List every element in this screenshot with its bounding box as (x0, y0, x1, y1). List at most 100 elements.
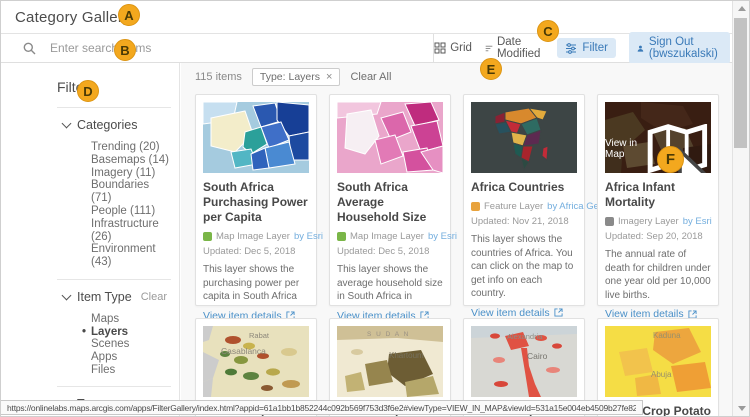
africa-crop-potato-map: Kaduna Abuja (605, 326, 711, 397)
app-header: Category Gallery (1, 1, 732, 34)
card-updated: Updated: Dec 5, 2018 (337, 246, 430, 257)
sign-out-button[interactable]: Sign Out (bwszukalski) (628, 32, 730, 64)
chevron-down-icon (61, 118, 72, 129)
divider (57, 386, 171, 388)
filter-toggle-label: Filter (582, 42, 608, 54)
south-africa-purchasing-power-map (203, 102, 309, 173)
divider (57, 278, 171, 280)
item-card: Africa Countries Feature Layer by Africa… (463, 94, 629, 334)
item-type-clear-link[interactable]: Clear (141, 291, 167, 303)
annotation-marker-c: C (537, 20, 559, 42)
sort-label: Date Modified (496, 36, 541, 60)
categories-list: Trending (20) Basemaps (14) Imagery (11)… (91, 141, 171, 269)
item-card: View in Map Africa Infant Mortality Imag… (597, 94, 719, 335)
scroll-up-icon[interactable] (738, 6, 746, 11)
category-item-infrastructure[interactable]: Infrastructure (26) (91, 218, 171, 244)
filter-chip-label: Type: Layers (259, 71, 320, 83)
map-label: Kaduna (653, 331, 681, 340)
divider (57, 107, 171, 108)
item-type-scenes[interactable]: Scenes (91, 338, 171, 351)
scroll-down-icon[interactable] (738, 406, 746, 411)
item-type-maps[interactable]: Maps (91, 313, 171, 326)
card-updated: Updated: Dec 5, 2018 (203, 246, 296, 257)
item-card: South Africa Purchasing Power per Capita… (195, 94, 323, 337)
card-type-row: Map Image Layer by Esri (203, 231, 323, 242)
chip-remove-icon[interactable]: × (326, 71, 332, 83)
card-thumbnail[interactable] (337, 102, 443, 173)
sort-icon (485, 45, 493, 51)
card-thumbnail[interactable]: Alexandria Cairo (471, 326, 577, 397)
map-image-layer-icon (337, 232, 346, 241)
card-grid: South Africa Purchasing Power per Capita… (195, 94, 719, 416)
search-box (1, 34, 435, 62)
search-icon (23, 42, 36, 54)
search-input[interactable] (48, 40, 332, 56)
clear-all-link[interactable]: Clear All (350, 71, 391, 83)
grid-icon (434, 42, 446, 54)
item-type-list: Maps Layers Scenes Apps Files (82, 313, 171, 377)
annotation-marker-d: D (77, 80, 99, 102)
categories-section-header[interactable]: Categories (61, 118, 171, 132)
grid-view-button[interactable]: Grid (434, 42, 472, 54)
category-item-imagery[interactable]: Imagery (11) (91, 167, 171, 180)
category-item-boundaries[interactable]: Boundaries (71) (91, 179, 171, 205)
toolbar: Grid Date Modified Filter Sign Out (bwsz… (434, 32, 732, 64)
africa-crop-rice-map: Alexandria Cairo (471, 326, 577, 397)
map-label: Alexandria (507, 332, 543, 341)
card-owner-link[interactable]: by Esri (294, 231, 323, 242)
map-label: S U D A N (367, 331, 410, 338)
south-africa-household-size-map (337, 102, 443, 173)
browser-status-bar: https://onlinelabs.maps.arcgis.com/apps/… (1, 400, 643, 415)
card-thumbnail[interactable]: S U D A N Khartoum (337, 326, 443, 397)
card-thumbnail[interactable] (203, 102, 309, 173)
item-type-apps[interactable]: Apps (91, 351, 171, 364)
gallery-main: 115 items Type: Layers × Clear All South… (181, 63, 732, 416)
card-owner-link[interactable]: by Esri (683, 216, 712, 227)
feature-layer-icon (471, 202, 480, 211)
map-label: Abuja (651, 370, 672, 379)
item-type-files[interactable]: Files (91, 364, 171, 377)
scrollbar-thumb[interactable] (734, 18, 747, 148)
card-thumbnail[interactable]: Kaduna Abuja (605, 326, 711, 397)
category-item-trending[interactable]: Trending (20) (91, 141, 171, 154)
africa-crop-sorghum-map: S U D A N Khartoum (337, 326, 443, 397)
sidebar-title: Filter (57, 79, 89, 95)
card-updated: Updated: Nov 21, 2018 (471, 216, 569, 227)
grid-view-label: Grid (450, 42, 472, 54)
card-description: The annual rate of death for children un… (605, 249, 711, 301)
card-title[interactable]: South Africa Average Household Size (337, 180, 443, 225)
page-title: Category Gallery (15, 8, 131, 26)
category-item-basemaps[interactable]: Basemaps (14) (91, 154, 171, 167)
filter-sliders-icon (566, 42, 577, 54)
card-owner-link[interactable]: by Esri (428, 231, 457, 242)
status-url: https://onlinelabs.maps.arcgis.com/apps/… (7, 402, 636, 413)
card-title[interactable]: South Africa Purchasing Power per Capita (203, 180, 309, 225)
card-thumbnail[interactable] (471, 102, 577, 173)
results-count: 115 items (195, 71, 242, 83)
active-filter-chip[interactable]: Type: Layers × (251, 68, 341, 86)
person-icon (637, 45, 644, 52)
category-gallery-app: Category Gallery Grid (0, 0, 750, 417)
card-type-label: Feature Layer (484, 201, 544, 212)
annotation-marker-e: E (480, 58, 502, 80)
map-label: Rabat (249, 331, 270, 340)
item-type-layers-selected[interactable]: Layers (82, 326, 171, 339)
card-title[interactable]: Africa Infant Mortality (605, 180, 711, 210)
card-title[interactable]: Africa Countries (471, 180, 577, 195)
search-toolbar-row: Grid Date Modified Fil (1, 32, 732, 64)
card-thumbnail[interactable]: Rabat Casablanca (203, 326, 309, 397)
filter-toggle-button[interactable]: Filter (557, 38, 616, 58)
page-scrollbar[interactable] (732, 1, 749, 416)
category-item-people[interactable]: People (111) (91, 205, 171, 218)
category-item-environment[interactable]: Environment (43) (91, 243, 171, 269)
sort-date-modified-button[interactable]: Date Modified (485, 36, 544, 60)
chevron-down-icon (61, 290, 72, 301)
annotation-marker-f: F (657, 146, 684, 173)
item-card: South Africa Average Household Size Map … (329, 94, 457, 337)
view-item-details-link[interactable]: View item details (471, 307, 577, 319)
external-link-icon (554, 308, 563, 317)
annotation-marker-a: A (118, 4, 140, 26)
annotation-marker-b: B (114, 39, 136, 61)
item-type-section-header[interactable]: Item Type Clear (61, 290, 171, 304)
map-label: Casablanca (221, 346, 266, 356)
